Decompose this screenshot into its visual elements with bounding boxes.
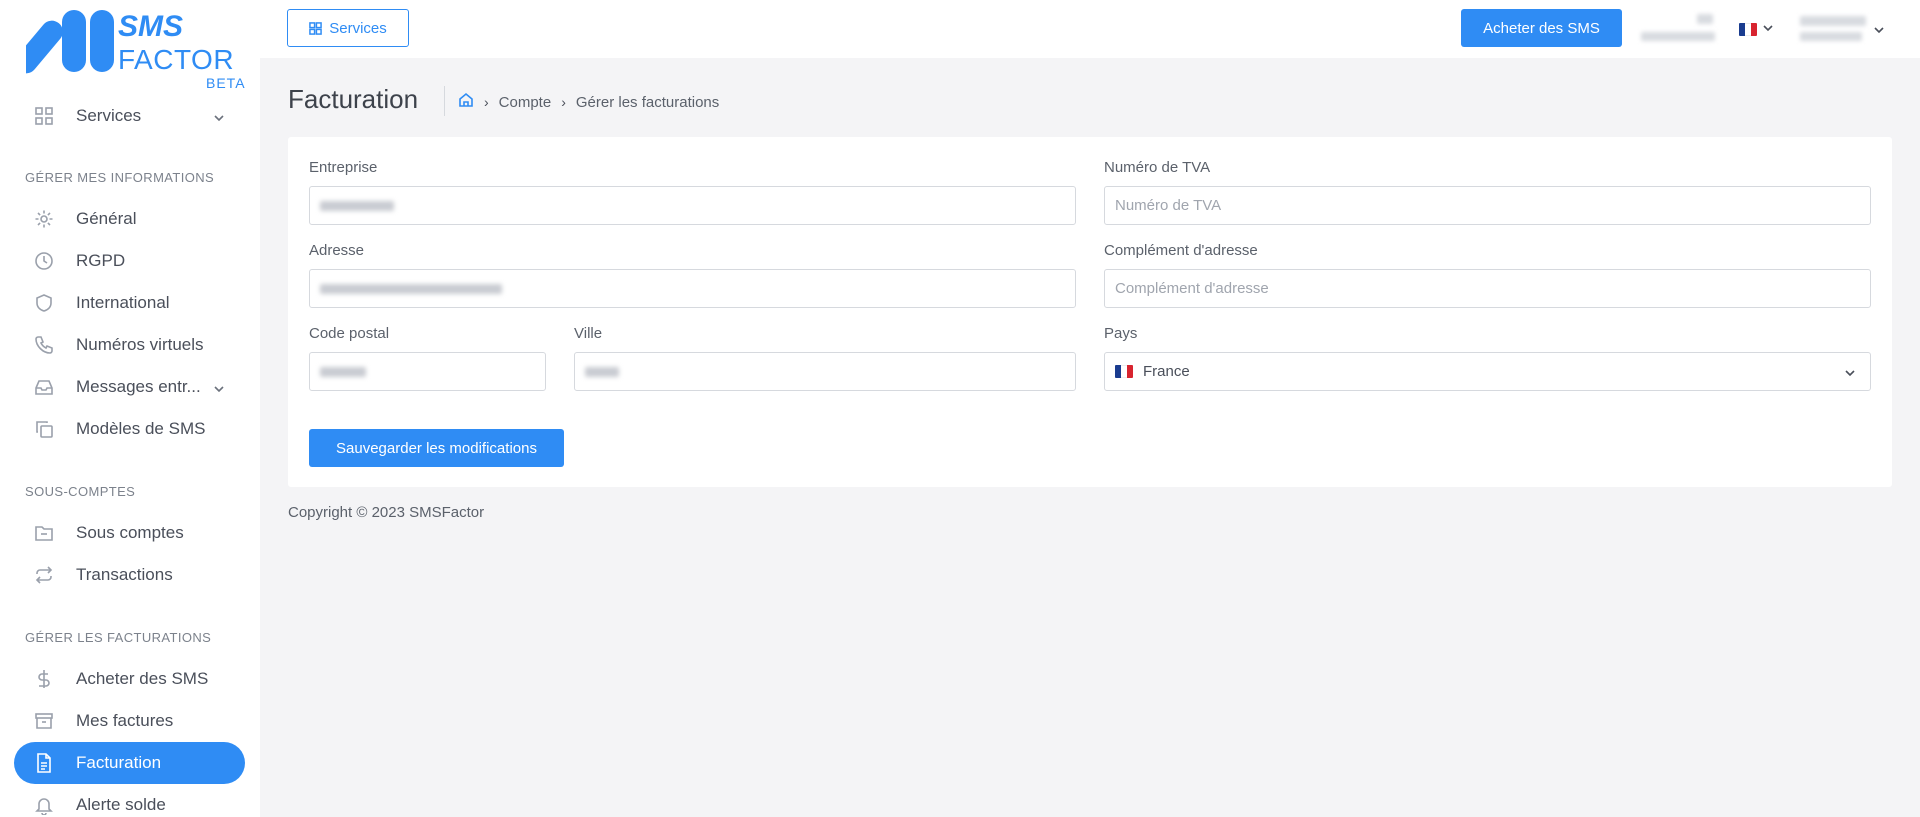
- sidebar-item-label: Alerte solde: [76, 795, 166, 814]
- breadcrumb-item-account[interactable]: Compte: [499, 94, 552, 111]
- chevron-down-icon: [1763, 20, 1773, 38]
- sidebar-item-buy-sms[interactable]: Acheter des SMS: [14, 658, 245, 700]
- france-flag-icon: [1115, 365, 1133, 378]
- city-value-redacted: [585, 366, 619, 377]
- grid-icon: [34, 106, 54, 126]
- sidebar-item-international[interactable]: International: [14, 282, 245, 324]
- sidebar-item-label: International: [76, 293, 170, 312]
- sidebar-item-label: RGPD: [76, 251, 126, 270]
- phone-icon: [34, 335, 54, 355]
- address-complement-label: Complément d'adresse: [1104, 242, 1258, 259]
- country-selected-value: France: [1143, 363, 1190, 380]
- credit-subtitle: [1641, 32, 1715, 41]
- file-text-icon: [34, 753, 54, 773]
- sidebar-item-general[interactable]: Général: [14, 198, 245, 240]
- buy-sms-button-label: Acheter des SMS: [1483, 19, 1600, 37]
- grid-icon: [309, 21, 323, 35]
- sidebar-item-label: Numéros virtuels: [76, 335, 204, 354]
- address-label: Adresse: [309, 242, 365, 259]
- folder-icon: [34, 523, 54, 543]
- services-button-label: Services: [329, 19, 387, 37]
- sidebar-item-label: Transactions: [76, 565, 173, 584]
- chevron-down-icon: [1874, 22, 1884, 40]
- brand-logo[interactable]: SMS FACTOR BETA: [26, 8, 245, 90]
- section-title-billing: GÉRER LES FACTURATIONS: [25, 630, 212, 645]
- top-header: Services Acheter des SMS: [260, 0, 1920, 58]
- address-input[interactable]: [309, 269, 1076, 308]
- buy-sms-button[interactable]: Acheter des SMS: [1461, 9, 1622, 47]
- chevron-down-icon: [1844, 366, 1856, 383]
- sidebar-item-label: Services: [76, 106, 142, 125]
- sidebar-item-label: Sous comptes: [76, 523, 184, 542]
- user-menu[interactable]: [1800, 12, 1900, 48]
- city-input[interactable]: [574, 352, 1076, 391]
- chevron-down-icon: [213, 380, 225, 393]
- sidebar-item-label: Modèles de SMS: [76, 419, 206, 438]
- brand-beta: BETA: [206, 75, 246, 91]
- address-value-redacted: [320, 283, 502, 294]
- country-label: Pays: [1104, 325, 1138, 342]
- services-button[interactable]: Services: [287, 9, 409, 47]
- france-flag-icon: [1739, 22, 1757, 36]
- sidebar-item-label: Général: [76, 209, 137, 228]
- sidebar-item-label: Mes factures: [76, 711, 174, 730]
- postal-code-value-redacted: [320, 366, 366, 377]
- home-icon[interactable]: [458, 92, 474, 112]
- shield-icon: [34, 293, 54, 313]
- postal-code-input[interactable]: [309, 352, 546, 391]
- sidebar-item-label: Facturation: [76, 753, 162, 772]
- sidebar-item-my-invoices[interactable]: Mes factures: [14, 700, 245, 742]
- archive-icon: [34, 711, 54, 731]
- breadcrumb-separator: ›: [561, 94, 566, 110]
- brand-line-2: FACTOR: [118, 44, 235, 75]
- page-title: Facturation: [288, 84, 419, 114]
- save-changes-button-label: Sauvegarder les modifications: [336, 439, 537, 457]
- address-complement-input[interactable]: [1104, 269, 1871, 308]
- save-changes-button[interactable]: Sauvegarder les modifications: [309, 429, 564, 467]
- copyright-footer: Copyright © 2023 SMSFactor: [288, 504, 485, 521]
- sidebar-item-rgpd[interactable]: RGPD: [14, 240, 245, 282]
- sidebar-item-sms-templates[interactable]: Modèles de SMS: [14, 408, 245, 450]
- inbox-icon: [34, 377, 54, 397]
- vat-input[interactable]: [1104, 186, 1871, 225]
- breadcrumb-item-billing-management: Gérer les facturations: [575, 93, 720, 111]
- dollar-icon: [34, 669, 54, 689]
- vat-label: Numéro de TVA: [1104, 159, 1211, 176]
- sidebar-item-label: Messages entr...: [76, 377, 201, 396]
- sidebar-item-virtual-numbers[interactable]: Numéros virtuels: [14, 324, 245, 366]
- repeat-icon: [34, 565, 54, 585]
- sidebar-item-balance-alert[interactable]: Alerte solde: [14, 784, 245, 817]
- sidebar-item-label: Acheter des SMS: [76, 669, 209, 688]
- sidebar: SMS FACTOR BETA Services GÉRER MES INFOR…: [0, 0, 260, 817]
- sidebar-item-sub-accounts[interactable]: Sous comptes: [14, 512, 245, 554]
- sidebar-item-billing[interactable]: Facturation: [14, 742, 245, 784]
- sidebar-item-inbound-messages[interactable]: Messages entr...: [14, 366, 245, 408]
- breadcrumb: › Compte › Gérer les facturations: [458, 92, 719, 112]
- city-label: Ville: [574, 325, 603, 342]
- breadcrumb-separator: ›: [484, 94, 489, 110]
- sidebar-item-services[interactable]: Services: [14, 95, 245, 137]
- brand-line-1: SMS: [118, 10, 184, 43]
- company-label: Entreprise: [309, 159, 378, 176]
- user-name: [1800, 16, 1866, 26]
- gear-icon: [34, 209, 54, 229]
- company-input[interactable]: [309, 186, 1076, 225]
- company-value-redacted: [320, 200, 394, 211]
- sidebar-item-transactions[interactable]: Transactions: [14, 554, 245, 596]
- title-divider: [444, 86, 445, 116]
- credit-balance: [1697, 14, 1713, 24]
- billing-form-card: Entreprise Numéro de TVA Adresse Complém…: [288, 137, 1892, 487]
- chevron-down-icon: [213, 109, 225, 122]
- logo-mark-icon: [26, 10, 114, 74]
- language-selector[interactable]: [1739, 20, 1773, 38]
- section-title-sub-accounts: SOUS-COMPTES: [25, 484, 136, 499]
- bell-icon: [34, 795, 54, 815]
- country-select[interactable]: France: [1104, 352, 1871, 391]
- clock-icon: [34, 251, 54, 271]
- user-company: [1800, 32, 1862, 41]
- section-title-informations: GÉRER MES INFORMATIONS: [25, 170, 215, 185]
- postal-code-label: Code postal: [309, 325, 390, 342]
- copy-icon: [34, 419, 54, 439]
